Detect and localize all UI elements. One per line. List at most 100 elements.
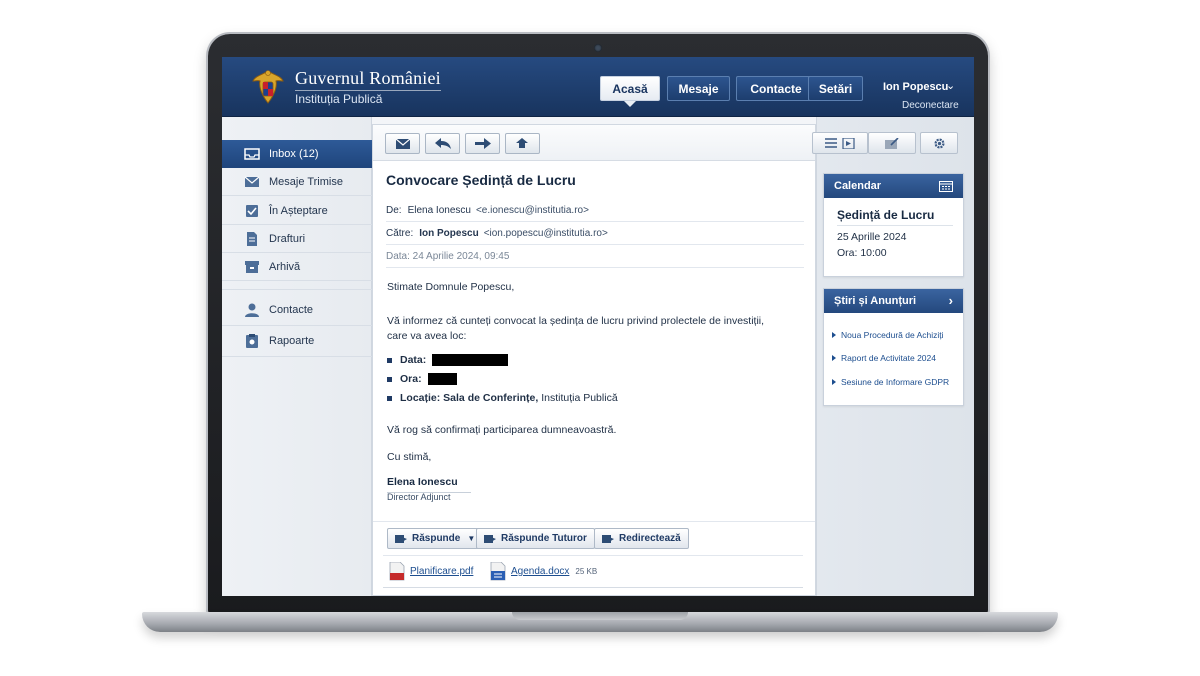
bullet-time: Ora: xyxy=(387,373,457,385)
email-greeting: Stimate Domnule Popescu, xyxy=(387,281,515,293)
chevron-right-icon[interactable]: › xyxy=(949,293,953,308)
reply-all-label: Răspunde Tuturor xyxy=(501,533,587,544)
reply-all-button[interactable]: Răspunde Tuturor xyxy=(476,528,595,549)
email-intro-line-2: care va avea loc: xyxy=(387,330,467,342)
calendar-icon[interactable] xyxy=(939,180,953,192)
gear-icon xyxy=(933,137,945,149)
forward-button[interactable] xyxy=(465,133,500,154)
user-menu[interactable]: Ion Popescu xyxy=(883,81,948,93)
redaction-bar xyxy=(432,354,509,366)
news-item-label[interactable]: Noua Procedură de Achiziți xyxy=(841,330,944,340)
sidebar-item-contacts[interactable]: Contacte xyxy=(222,295,372,326)
bullet-time-label: Ora: xyxy=(400,373,422,385)
reply-label: Răspunde xyxy=(412,533,461,544)
to-name[interactable]: Ion Popescu xyxy=(419,228,478,239)
forward-icon xyxy=(602,534,614,543)
signature-name: Elena Ionescu xyxy=(387,476,471,493)
report-icon xyxy=(246,334,258,348)
news-item[interactable]: Noua Procedură de Achiziți xyxy=(832,330,944,340)
sidebar-item-label: Rapoarte xyxy=(269,335,315,347)
sidebar-item-label: Drafturi xyxy=(269,232,306,245)
news-item[interactable]: Raport de Activitate 2024 xyxy=(832,353,936,363)
email-confirm-line: Vă rog să confirmați participarea dumnea… xyxy=(387,424,617,436)
nav-tab-messages[interactable]: Mesaje xyxy=(667,76,730,101)
cloud-icon xyxy=(516,138,528,148)
sidebar-item-sent[interactable]: Mesaje Trimise xyxy=(222,168,372,196)
email-subject: Convocare Ședință de Lucru xyxy=(386,172,576,188)
envelope-icon xyxy=(244,176,260,187)
pdf-file-icon xyxy=(389,562,405,581)
envelope-icon xyxy=(395,138,410,149)
bullet-marker xyxy=(387,357,392,363)
attachment-docx[interactable]: Agenda.docx 25 KB xyxy=(490,562,597,581)
attachment-size: 25 KB xyxy=(575,567,598,576)
sidebar-item-label: Arhivă xyxy=(269,260,301,273)
calendar-heading: Calendar xyxy=(834,180,882,192)
attachments-divider xyxy=(383,555,803,556)
sidebar-item-pending[interactable]: În Așteptare xyxy=(222,197,372,225)
calendar-card: Calendar Ședință de Lucru 25 Aprille 202… xyxy=(823,173,964,277)
coat-of-arms-icon xyxy=(252,70,284,104)
edit-icon xyxy=(885,137,899,149)
triangle-bullet-icon xyxy=(832,379,836,385)
person-icon xyxy=(245,303,259,317)
calendar-event-time: Ora: 10:00 xyxy=(837,247,887,259)
email-from-row: De: Elena Ionescu <e.ionescu@institutia.… xyxy=(386,199,804,222)
brand-subtitle: Instituția Publică xyxy=(295,92,383,106)
sidebar-item-label: Mesaje Trimise xyxy=(269,175,343,188)
flag-button[interactable] xyxy=(505,133,540,154)
bullet-location-label: Locație: Sala de Conferințe, xyxy=(400,392,539,404)
to-address[interactable]: <ion.popescu@institutia.ro> xyxy=(484,228,608,239)
logout-link[interactable]: Deconectare xyxy=(902,100,959,111)
news-header[interactable]: Știri și Anunțuri › xyxy=(824,289,963,313)
news-item[interactable]: Sesiune de Informare GDPR xyxy=(832,377,949,387)
mail-button[interactable] xyxy=(385,133,420,154)
email-to-row: Către: Ion Popescu <ion.popescu@institut… xyxy=(386,222,804,245)
news-item-label[interactable]: Sesiune de Informare GDPR xyxy=(841,377,949,387)
forward-action-button[interactable]: Redirectează xyxy=(594,528,689,549)
sidebar-item-label: Inbox (12) xyxy=(269,147,319,160)
sidebar: Inbox (12) Mesaje Trimise În Așteptare D… xyxy=(222,117,372,596)
brand-title: Guvernul României xyxy=(295,68,441,91)
word-file-icon xyxy=(490,562,506,581)
forward-label: Redirectează xyxy=(619,533,681,544)
sidebar-item-reports[interactable]: Rapoarte xyxy=(222,326,372,357)
calendar-event-date: 25 Aprille 2024 xyxy=(837,231,907,243)
from-name[interactable]: Elena Ionescu xyxy=(408,205,471,216)
nav-tab-home[interactable]: Acasă xyxy=(600,76,660,107)
from-label: De: xyxy=(386,204,402,216)
sidebar-divider xyxy=(222,280,372,290)
from-address[interactable]: <e.ionescu@institutia.ro> xyxy=(476,205,589,216)
attachment-name[interactable]: Agenda.docx xyxy=(511,566,569,577)
email-panel: Convocare Ședință de Lucru De: Elena Ion… xyxy=(372,124,816,596)
nav-tab-settings[interactable]: Setări xyxy=(808,76,863,101)
reply-dropdown-button[interactable]: Răspunde ▼ xyxy=(387,528,484,549)
compose-button[interactable] xyxy=(868,132,916,154)
sidebar-item-label: Contacte xyxy=(269,304,314,316)
reply-button[interactable] xyxy=(425,133,460,154)
reply-icon xyxy=(395,534,407,543)
sidebar-item-drafts[interactable]: Drafturi xyxy=(222,225,372,253)
email-date: Data: 24 Aprilie 2024, 09:45 xyxy=(386,250,510,262)
forward-arrow-icon xyxy=(474,138,491,149)
news-heading: Știri și Anunțuri xyxy=(834,295,917,307)
view-toggle-button[interactable] xyxy=(812,132,868,154)
settings-button[interactable] xyxy=(920,132,958,154)
sidebar-item-archive[interactable]: Arhivă xyxy=(222,253,372,281)
calendar-event-title[interactable]: Ședință de Lucru xyxy=(837,208,934,222)
list-view-icon xyxy=(825,137,855,149)
sidebar-item-inbox[interactable]: Inbox (12) xyxy=(222,140,372,168)
actions-divider xyxy=(373,521,815,522)
camera-dot xyxy=(594,44,602,52)
reply-arrow-icon xyxy=(434,138,451,149)
reply-all-icon xyxy=(484,534,496,543)
attachment-name[interactable]: Planificare.pdf xyxy=(410,566,473,577)
chevron-down-icon[interactable]: ⌄ xyxy=(946,79,955,92)
nav-tab-contacts[interactable]: Contacte xyxy=(736,76,816,101)
app-header: Guvernul României Instituția Publică Aca… xyxy=(222,57,974,117)
news-card: Știri și Anunțuri › Noua Procedură de Ac… xyxy=(823,288,964,406)
bullet-location: Locație: Sala de Conferințe, Instituția … xyxy=(387,392,618,404)
attachment-pdf[interactable]: Planificare.pdf xyxy=(389,562,473,581)
panel-bottom-divider xyxy=(383,587,803,588)
news-item-label[interactable]: Raport de Activitate 2024 xyxy=(841,353,936,363)
